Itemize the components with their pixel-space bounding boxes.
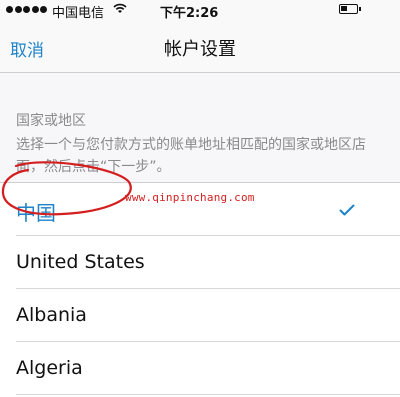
country-label: Albania	[16, 304, 87, 326]
status-time: 下午2:26	[160, 6, 219, 21]
country-label: United States	[16, 251, 145, 273]
country-row-algeria[interactable]: Algeria	[0, 342, 400, 395]
navigation-bar: 取消 帐户设置	[0, 20, 400, 73]
watermark-text: www.qinpinchang.com	[125, 191, 255, 204]
battery-icon	[339, 4, 361, 14]
row-divider	[16, 394, 400, 395]
carrier-name: 中国电信	[52, 6, 105, 21]
signal-dots-icon	[6, 4, 49, 15]
wifi-icon	[113, 3, 127, 18]
country-row-albania[interactable]: Albania	[0, 289, 400, 342]
status-bar: 中国电信 下午2:26	[0, 0, 400, 21]
section-header: 国家或地区	[16, 113, 86, 129]
checkmark-icon	[339, 201, 355, 220]
country-row-united-states[interactable]: United States	[0, 236, 400, 289]
red-annotation-circle-icon	[1, 161, 132, 216]
country-label: Algeria	[16, 357, 83, 379]
page-title: 帐户设置	[164, 39, 236, 60]
